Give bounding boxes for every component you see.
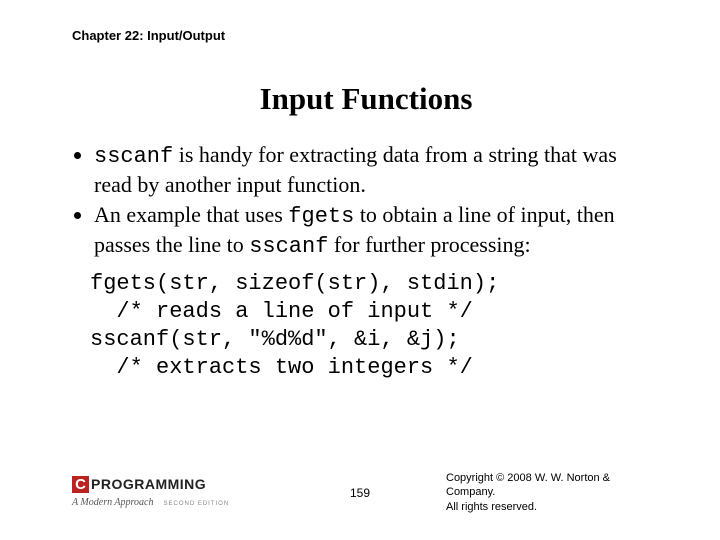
inline-code: fgets	[288, 204, 354, 229]
copyright: Copyright © 2008 W. W. Norton & Company.…	[446, 471, 656, 514]
inline-code: sscanf	[94, 144, 173, 169]
bullet-list: sscanf is handy for extracting data from…	[72, 141, 660, 262]
logo-c-icon: C	[72, 476, 89, 493]
page-number: 159	[350, 486, 370, 500]
logo-edition: SECOND EDITION	[163, 501, 229, 507]
book-logo: C PROGRAMMING A Modern Approach SECOND E…	[72, 476, 229, 509]
bullet-item: sscanf is handy for extracting data from…	[94, 141, 660, 199]
inline-code: sscanf	[249, 234, 328, 259]
bullet-text: An example that uses	[94, 202, 288, 227]
chapter-header: Chapter 22: Input/Output	[72, 28, 660, 43]
footer: C PROGRAMMING A Modern Approach SECOND E…	[0, 471, 720, 514]
bullet-item: An example that uses fgets to obtain a l…	[94, 201, 660, 261]
logo-title: PROGRAMMING	[91, 477, 206, 491]
bullet-text: is handy for extracting data from a stri…	[94, 142, 617, 197]
bullet-text: for further processing:	[328, 232, 530, 257]
code-block: fgets(str, sizeof(str), stdin); /* reads…	[90, 270, 660, 383]
slide-title: Input Functions	[72, 81, 660, 117]
logo-subtitle: A Modern Approach	[72, 497, 153, 508]
